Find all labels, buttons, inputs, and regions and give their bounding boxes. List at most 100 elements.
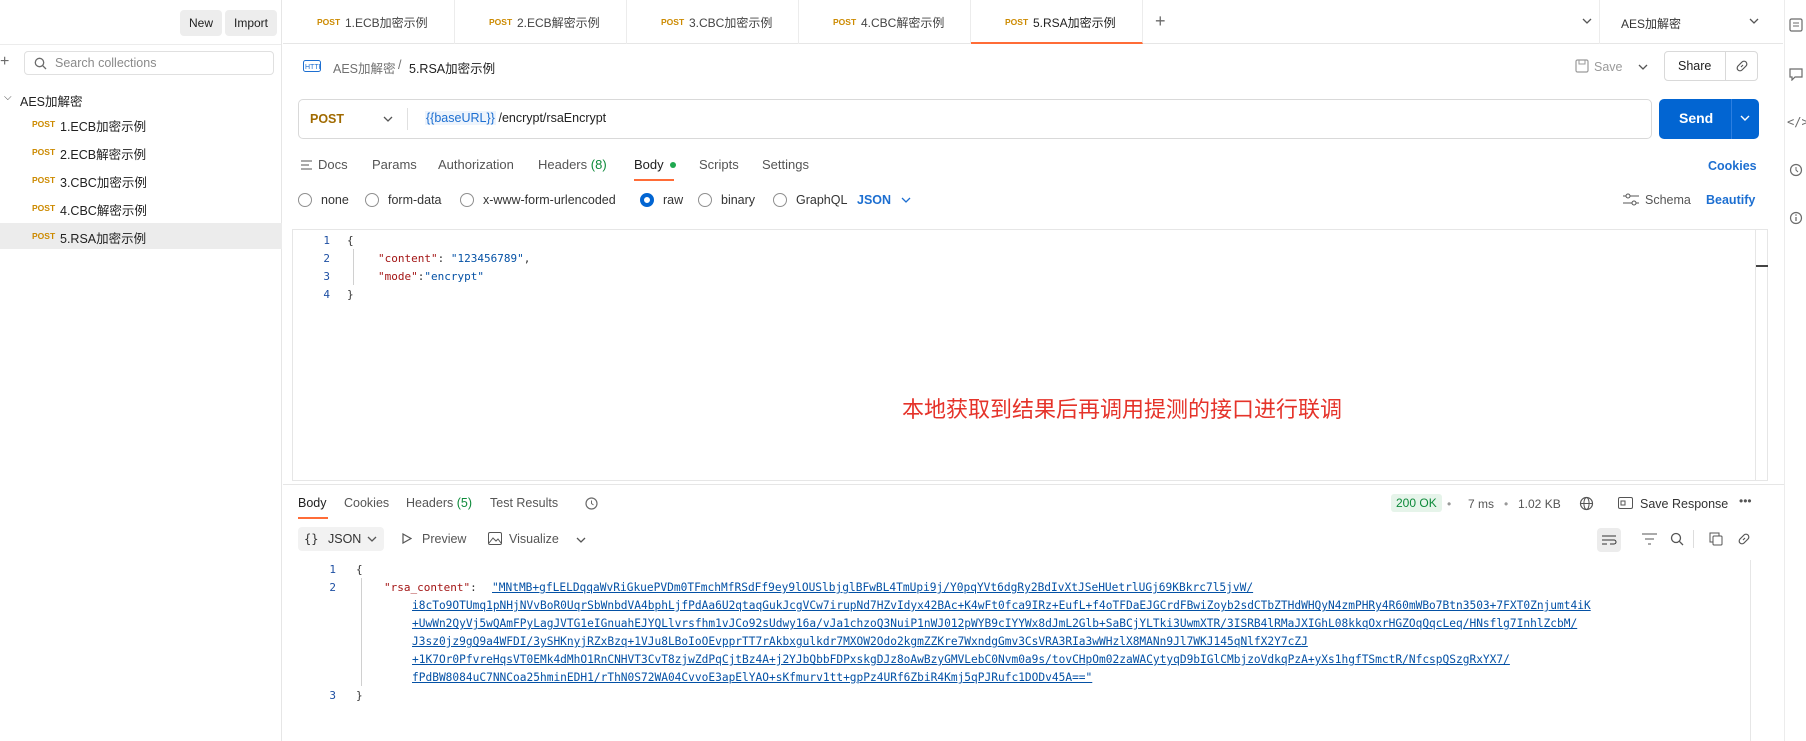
- radio-none[interactable]: [298, 193, 312, 207]
- send-button[interactable]: Send: [1679, 110, 1713, 126]
- sidebar-request-item[interactable]: POST 2.ECB解密示例: [0, 139, 282, 165]
- active-tab-underline: [298, 517, 328, 519]
- tab-request[interactable]: POST 4.CBC解密示例: [799, 0, 971, 44]
- cookies-link[interactable]: Cookies: [1708, 159, 1757, 173]
- search-input[interactable]: Search collections: [24, 51, 274, 75]
- search-icon: [34, 57, 47, 70]
- search-icon[interactable]: [1670, 532, 1684, 546]
- radio-form-data[interactable]: [365, 193, 379, 207]
- http-icon: HTTP: [303, 60, 321, 72]
- history-icon[interactable]: [584, 496, 599, 511]
- request-body-editor[interactable]: [292, 229, 1768, 481]
- tab-docs[interactable]: Docs: [318, 157, 348, 172]
- response-divider[interactable]: [283, 484, 1784, 485]
- tab-request[interactable]: POST 1.ECB加密示例: [283, 0, 455, 44]
- sidebar: New Import + Search collections ⌵ AES加解密…: [0, 0, 282, 741]
- save-response-icon: [1618, 497, 1633, 509]
- url-variable[interactable]: {{baseURL}}: [425, 111, 496, 125]
- response-tab-headers[interactable]: Headers (5): [406, 496, 472, 510]
- breadcrumb-collection[interactable]: AES加解密: [333, 58, 396, 77]
- tab-params[interactable]: Params: [372, 157, 417, 172]
- tab-settings[interactable]: Settings: [762, 157, 809, 172]
- radio-raw[interactable]: [640, 193, 654, 207]
- editor-scrollbar-thumb[interactable]: [1756, 265, 1768, 267]
- tab-body[interactable]: Body: [634, 157, 676, 172]
- import-button[interactable]: Import: [225, 10, 278, 36]
- sidebar-request-item-active[interactable]: POST 5.RSA加密示例: [0, 223, 282, 249]
- new-tab-icon[interactable]: +: [1155, 11, 1166, 32]
- sidebar-request-item[interactable]: POST 1.ECB加密示例: [0, 111, 282, 137]
- body-format-select[interactable]: JSON: [857, 193, 891, 207]
- response-size[interactable]: 1.02 KB: [1518, 497, 1561, 511]
- add-collection-icon[interactable]: +: [0, 53, 9, 71]
- response-tab-body[interactable]: Body: [298, 496, 327, 510]
- tab-scripts[interactable]: Scripts: [699, 157, 739, 172]
- chevron-down-icon[interactable]: [901, 197, 911, 204]
- beautify-button[interactable]: Beautify: [1706, 193, 1755, 207]
- filter-icon[interactable]: [1642, 533, 1657, 545]
- save-response-button[interactable]: Save Response: [1640, 497, 1728, 511]
- sidebar-header: New Import: [0, 0, 281, 45]
- tab-authorization[interactable]: Authorization: [438, 157, 514, 172]
- method-badge: POST: [32, 175, 56, 185]
- code-open-brace: {: [347, 234, 354, 247]
- method-select[interactable]: POST: [310, 112, 344, 126]
- preview-button[interactable]: Preview: [422, 532, 466, 546]
- radio-urlencoded[interactable]: [460, 193, 474, 207]
- line-number: 4: [323, 288, 330, 301]
- editor-scrollbar-track[interactable]: [1755, 230, 1756, 480]
- chevron-down-icon[interactable]: [1638, 64, 1648, 71]
- chevron-down-icon[interactable]: [383, 116, 393, 123]
- search-row: + Search collections: [0, 48, 282, 78]
- comment-icon[interactable]: [1789, 67, 1803, 81]
- url-input[interactable]: /encrypt/rsaEncrypt: [495, 111, 606, 125]
- divider: [1731, 99, 1732, 139]
- tab-headers[interactable]: Headers (8): [538, 157, 607, 172]
- status-badge[interactable]: 200 OK: [1391, 494, 1442, 512]
- response-format-select[interactable]: {} JSON: [298, 527, 384, 551]
- chevron-down-icon[interactable]: [576, 537, 586, 544]
- more-options-icon[interactable]: •••: [1739, 494, 1752, 508]
- docs-icon[interactable]: [1789, 18, 1803, 32]
- radio-binary-label: binary: [721, 193, 756, 207]
- visualize-button[interactable]: Visualize: [509, 532, 559, 546]
- collection-item[interactable]: ⌵ AES加解密: [0, 86, 282, 112]
- wrap-lines-button[interactable]: [1597, 528, 1621, 552]
- chevron-down-icon[interactable]: [1749, 18, 1759, 25]
- method-badge: POST: [32, 119, 56, 129]
- copy-icon[interactable]: [1709, 532, 1723, 546]
- code-icon[interactable]: </>: [1787, 115, 1806, 129]
- link-icon[interactable]: [1735, 59, 1749, 73]
- globe-icon[interactable]: [1579, 496, 1594, 511]
- response-tab-cookies[interactable]: Cookies: [344, 496, 389, 510]
- radio-urlencoded-label: x-www-form-urlencoded: [483, 193, 616, 207]
- svg-text:HTTP: HTTP: [305, 64, 321, 71]
- history-icon[interactable]: [1789, 163, 1803, 177]
- link-icon[interactable]: [1737, 532, 1751, 546]
- response-time[interactable]: 7 ms: [1468, 497, 1494, 511]
- share-button[interactable]: Share: [1678, 59, 1711, 73]
- tab-request[interactable]: POST 2.ECB解密示例: [455, 0, 627, 44]
- radio-binary[interactable]: [698, 193, 712, 207]
- method-badge: POST: [317, 17, 341, 27]
- chevron-down-icon[interactable]: [1582, 18, 1592, 25]
- info-icon[interactable]: [1789, 211, 1803, 225]
- response-scrollbar[interactable]: [1750, 560, 1751, 741]
- tab-request[interactable]: POST 3.CBC加密示例: [627, 0, 799, 44]
- method-badge: POST: [833, 17, 857, 27]
- tab-request-active[interactable]: POST 5.RSA加密示例: [971, 0, 1143, 44]
- sidebar-request-item[interactable]: POST 4.CBC解密示例: [0, 195, 282, 221]
- line-number: 1: [329, 563, 336, 576]
- radio-graphql[interactable]: [773, 193, 787, 207]
- divider: [1725, 52, 1726, 80]
- response-tab-test-results[interactable]: Test Results: [490, 496, 558, 510]
- environment-selector[interactable]: AES加解密: [1621, 15, 1681, 32]
- save-button[interactable]: Save: [1594, 60, 1623, 74]
- schema-button[interactable]: Schema: [1645, 193, 1691, 207]
- sidebar-request-item[interactable]: POST 3.CBC加密示例: [0, 167, 282, 193]
- chevron-down-icon[interactable]: [1740, 115, 1750, 122]
- chevron-down-icon[interactable]: ⌵: [4, 92, 12, 103]
- new-button[interactable]: New: [180, 10, 223, 36]
- json-key: "content": [378, 252, 438, 265]
- method-badge: POST: [32, 147, 56, 157]
